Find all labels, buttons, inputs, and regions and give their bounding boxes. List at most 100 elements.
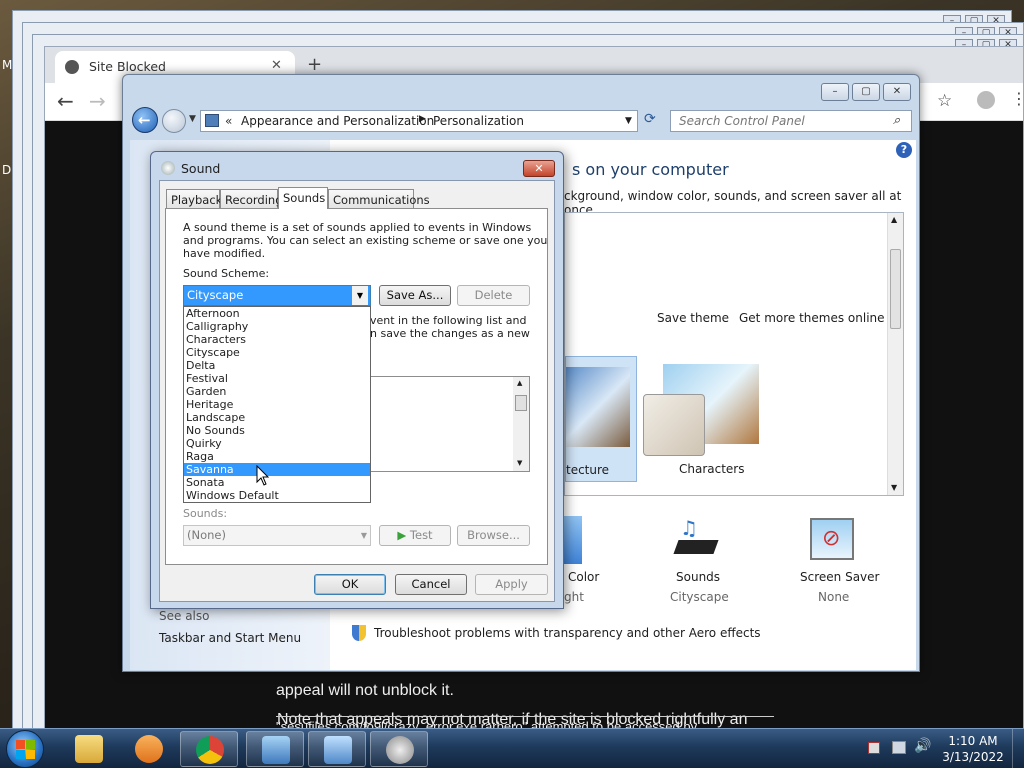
breadcrumb-root[interactable]: Appearance and Personalization <box>241 114 434 128</box>
show-desktop-button[interactable] <box>1012 729 1024 768</box>
sounds-icon[interactable]: ♫ <box>672 516 719 564</box>
events-scrollbar[interactable]: ▲ ▼ <box>513 377 529 471</box>
tab-communications[interactable]: Communications <box>328 189 430 209</box>
address-dropdown-icon[interactable]: ▼ <box>625 116 632 126</box>
tab-sounds[interactable]: Sounds <box>278 187 328 209</box>
theme-architecture-label: tecture <box>566 463 610 477</box>
network-icon[interactable] <box>892 741 906 754</box>
scheme-option[interactable]: Festival <box>184 372 370 385</box>
scheme-option[interactable]: No Sounds <box>184 424 370 437</box>
personalization-icon <box>262 736 290 764</box>
window-color-label[interactable]: Color <box>568 570 599 584</box>
scrollbar-thumb[interactable] <box>890 249 901 329</box>
scheme-option[interactable]: Heritage <box>184 398 370 411</box>
theme-characters-tile[interactable]: Characters <box>641 356 761 482</box>
taskbar-control-panel[interactable] <box>308 731 366 767</box>
scroll-up-icon[interactable]: ▲ <box>517 379 522 387</box>
dialog-close-button[interactable]: ✕ <box>523 160 555 177</box>
clock[interactable]: 1:10 AM 3/13/2022 <box>940 733 1006 765</box>
scheme-option[interactable]: Landscape <box>184 411 370 424</box>
behind-text-1: vent in the following list and <box>370 314 527 327</box>
taskbar-start-menu-link[interactable]: Taskbar and Start Menu <box>159 631 301 645</box>
recent-pages-chevron-icon[interactable]: ▼ <box>189 114 196 124</box>
refresh-icon[interactable]: ⟳ <box>644 111 656 127</box>
scheme-option[interactable]: Raga <box>184 450 370 463</box>
taskbar-media-player[interactable] <box>120 731 178 767</box>
scheme-option[interactable]: Garden <box>184 385 370 398</box>
breadcrumb-leaf[interactable]: Personalization <box>433 114 524 128</box>
windows-logo-icon <box>16 740 25 749</box>
scheme-option[interactable]: Quirky <box>184 437 370 450</box>
sound-theme-description: A sound theme is a set of sounds applied… <box>183 221 547 260</box>
action-center-flag-icon[interactable] <box>868 742 880 754</box>
save-theme-link[interactable]: Save theme <box>657 311 729 325</box>
minimize-icon[interactable]: – <box>821 83 849 101</box>
screen-saver-label[interactable]: Screen Saver <box>800 570 879 584</box>
scheme-option[interactable]: Afternoon <box>184 307 370 320</box>
sound-scheme-value: Cityscape <box>187 288 244 302</box>
ok-button[interactable]: OK <box>314 574 386 595</box>
breadcrumb-separator-icon[interactable]: ▶ <box>419 114 426 124</box>
window-color-value: ght <box>564 590 584 604</box>
sounds-select-value: (None) <box>187 528 226 542</box>
combo-dropdown-arrow-icon[interactable]: ▼ <box>352 286 368 305</box>
cancel-button[interactable]: Cancel <box>395 574 467 595</box>
theme-architecture-tile[interactable]: tecture <box>565 356 637 482</box>
taskbar-personalization[interactable] <box>246 731 304 767</box>
new-tab-icon[interactable]: + <box>307 54 322 75</box>
behind-text-2: n save the changes as a new <box>370 327 530 340</box>
tab-close-icon[interactable]: ✕ <box>271 58 282 73</box>
theme-architecture-thumbnail <box>566 367 630 447</box>
breadcrumb-overflow-icon[interactable]: « <box>225 114 232 128</box>
forward-button[interactable] <box>162 109 186 133</box>
screen-saver-icon[interactable]: ⊘ <box>810 518 854 560</box>
help-icon[interactable]: ? <box>896 142 912 158</box>
troubleshoot-link[interactable]: Troubleshoot problems with transparency … <box>374 626 761 640</box>
taskbar-chrome[interactable] <box>180 731 238 767</box>
window-color-icon[interactable] <box>564 516 582 564</box>
maximize-icon[interactable]: ▢ <box>852 83 880 101</box>
play-icon: ▶ <box>397 528 407 542</box>
control-panel-icon <box>205 114 219 127</box>
more-themes-link[interactable]: Get more themes online <box>739 311 885 325</box>
address-bar[interactable]: « Appearance and Personalization ▶ Perso… <box>200 110 638 132</box>
sound-scheme-combo[interactable]: Cityscape ▼ <box>183 285 371 306</box>
tab-recording[interactable]: Recording <box>220 189 283 209</box>
scheme-option[interactable]: Sonata <box>184 476 370 489</box>
scroll-down-icon[interactable]: ▼ <box>517 459 522 467</box>
taskbar-sound[interactable] <box>370 731 428 767</box>
media-player-icon <box>135 735 163 763</box>
tab-playback[interactable]: Playback <box>166 189 222 209</box>
scheme-option[interactable]: Windows Default <box>184 489 370 502</box>
scheme-option[interactable]: Characters <box>184 333 370 346</box>
sounds-label[interactable]: Sounds <box>676 570 720 584</box>
browse-button[interactable]: Browse... <box>457 525 530 546</box>
scheme-option[interactable]: Calligraphy <box>184 320 370 333</box>
bookmark-star-icon[interactable]: ☆ <box>937 91 952 111</box>
search-input[interactable]: Search Control Panel ⌕ <box>670 110 912 132</box>
test-button[interactable]: ▶ Test <box>379 525 451 546</box>
back-arrow-icon[interactable]: ← <box>57 89 74 113</box>
apply-button[interactable]: Apply <box>475 574 548 595</box>
start-button[interactable] <box>6 730 44 768</box>
select-arrow-icon[interactable]: ▼ <box>361 526 367 545</box>
back-button[interactable]: ← <box>132 107 158 133</box>
sound-scheme-dropdown[interactable]: Afternoon Calligraphy Characters Citysca… <box>183 306 371 503</box>
search-icon[interactable]: ⌕ <box>893 113 900 128</box>
menu-dots-icon[interactable]: ⋮ <box>1011 89 1024 108</box>
close-icon[interactable]: ✕ <box>883 83 911 101</box>
scroll-up-icon[interactable]: ▲ <box>891 215 897 224</box>
forward-arrow-icon[interactable]: → <box>89 89 106 113</box>
scheme-option[interactable]: Cityscape <box>184 346 370 359</box>
scroll-down-icon[interactable]: ▼ <box>891 483 897 492</box>
delete-button[interactable]: Delete <box>457 285 530 306</box>
sounds-select[interactable]: (None) ▼ <box>183 525 371 546</box>
scrollbar-thumb[interactable] <box>515 395 527 411</box>
profile-avatar-icon[interactable] <box>977 91 995 109</box>
scheme-option[interactable]: Delta <box>184 359 370 372</box>
volume-icon[interactable]: 🔊 <box>914 738 931 754</box>
save-as-button[interactable]: Save As... <box>379 285 451 306</box>
scheme-option-highlighted[interactable]: Savanna <box>184 463 370 476</box>
taskbar-explorer[interactable] <box>60 731 118 767</box>
themes-scrollbar[interactable]: ▲ ▼ <box>887 213 903 495</box>
